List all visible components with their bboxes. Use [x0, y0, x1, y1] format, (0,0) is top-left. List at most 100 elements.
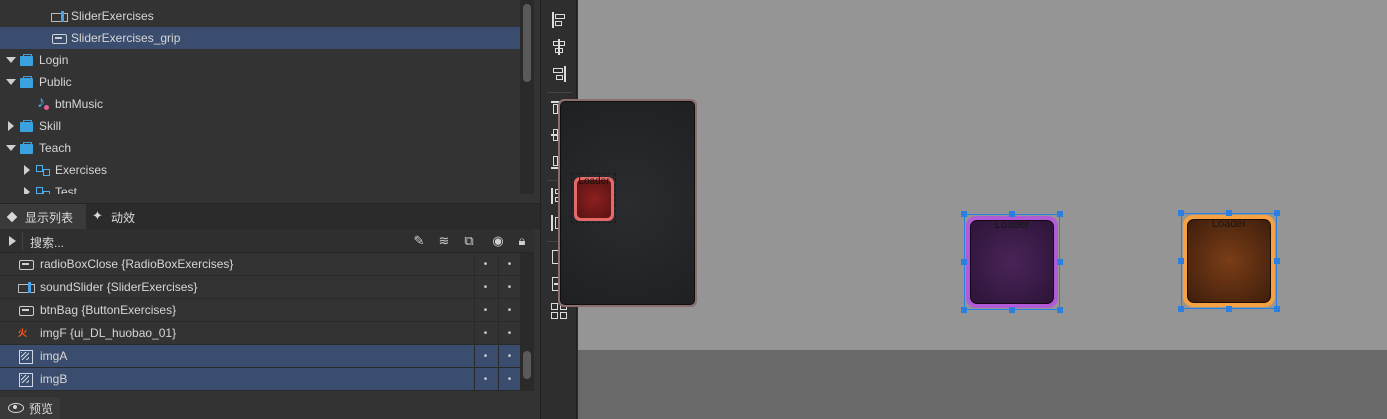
- resize-handle[interactable]: [961, 259, 967, 265]
- button-icon: [51, 31, 67, 45]
- display-list: radioBoxClose {RadioBoxExercises} • • sound…: [0, 252, 520, 391]
- align-center-h-icon[interactable]: [551, 39, 567, 55]
- list-item[interactable]: 火 imgF {ui_DL_huobao_01} • •: [0, 321, 520, 345]
- component-icon: [35, 163, 51, 177]
- folder-icon: [19, 119, 35, 133]
- tree-item-label: Skill: [39, 119, 62, 133]
- align-right-icon[interactable]: [551, 66, 567, 82]
- image-icon: [18, 372, 34, 387]
- slider-icon: [18, 280, 35, 294]
- visibility-eye-icon[interactable]: ◉: [490, 233, 506, 249]
- visibility-toggle[interactable]: •: [474, 344, 496, 368]
- hierarchy-scrollbar[interactable]: [520, 0, 534, 194]
- visibility-toggle[interactable]: •: [474, 298, 496, 322]
- tree-item[interactable]: Public: [0, 71, 520, 93]
- list-item[interactable]: imgA • •: [0, 344, 520, 368]
- edit-icon[interactable]: ✎: [411, 233, 427, 249]
- divider: [547, 92, 572, 93]
- expand-arrow-icon[interactable]: [6, 121, 16, 131]
- lock-toggle[interactable]: •: [498, 298, 520, 322]
- resize-handle[interactable]: [1178, 258, 1184, 264]
- search-input[interactable]: 搜索...: [30, 234, 64, 251]
- scroll-thumb[interactable]: [523, 4, 531, 82]
- visibility-toggle[interactable]: •: [474, 367, 496, 391]
- selection-box: [1181, 213, 1277, 309]
- tree-item[interactable]: SliderExercises: [0, 5, 520, 27]
- tab-display-list-label: 显示列表: [25, 210, 74, 225]
- resize-handle[interactable]: [1274, 210, 1280, 216]
- list-item[interactable]: soundSlider {SliderExercises} • •: [0, 275, 520, 299]
- tree-item-label: Login: [39, 53, 69, 67]
- list-item-label: btnBag {ButtonExercises}: [40, 303, 177, 317]
- loader-purple[interactable]: Loader: [961, 211, 1063, 313]
- lock-toggle[interactable]: •: [498, 367, 520, 391]
- tree-item[interactable]: Skill: [0, 115, 520, 137]
- expand-arrow-icon[interactable]: [6, 55, 16, 65]
- red-loader-object[interactable]: Loader: [571, 173, 616, 223]
- button-icon: [18, 303, 34, 317]
- list-item[interactable]: btnBag {ButtonExercises} • •: [0, 298, 520, 322]
- selection-box: [964, 214, 1060, 310]
- list-item[interactable]: radioBoxClose {RadioBoxExercises} • •: [0, 252, 520, 276]
- visibility-toggle[interactable]: •: [474, 275, 496, 299]
- slider-icon: [51, 9, 68, 23]
- resize-handle[interactable]: [961, 307, 967, 313]
- preview-label: 预览: [29, 401, 54, 416]
- tab-display-list[interactable]: 显示列表: [0, 204, 86, 230]
- button-icon: [18, 257, 34, 271]
- resize-handle[interactable]: [1057, 259, 1063, 265]
- resize-handle[interactable]: [1057, 307, 1063, 313]
- image-icon: [18, 349, 34, 364]
- visibility-toggle[interactable]: •: [474, 321, 496, 345]
- resize-handle[interactable]: [1226, 210, 1232, 216]
- expand-arrow-icon[interactable]: [22, 165, 32, 175]
- hide-eye-icon[interactable]: ≋: [436, 233, 452, 249]
- resize-handle[interactable]: [1009, 307, 1015, 313]
- eye-icon: [8, 403, 24, 413]
- lock-toggle[interactable]: •: [498, 321, 520, 345]
- magic-wand-icon: [92, 208, 106, 224]
- resize-handle[interactable]: [1009, 211, 1015, 217]
- list-item-label: soundSlider {SliderExercises}: [40, 280, 198, 294]
- expand-arrow-icon[interactable]: [6, 77, 16, 87]
- folder-icon: [19, 53, 35, 67]
- expand-arrow-icon[interactable]: [6, 143, 16, 153]
- duplicate-icon[interactable]: ⧉: [461, 233, 477, 249]
- resize-handle[interactable]: [1057, 211, 1063, 217]
- expand-arrow-icon[interactable]: [22, 187, 32, 194]
- visibility-toggle[interactable]: •: [474, 252, 496, 276]
- tree-item[interactable]: Exercises: [0, 159, 520, 181]
- resize-handle[interactable]: [1274, 306, 1280, 312]
- lock-icon[interactable]: 🔒︎: [514, 233, 530, 249]
- preview-tab[interactable]: 预览: [0, 397, 60, 419]
- tree-item[interactable]: Teach: [0, 137, 520, 159]
- tree-item[interactable]: Login: [0, 49, 520, 71]
- resize-handle[interactable]: [1226, 306, 1232, 312]
- resize-handle[interactable]: [961, 211, 967, 217]
- list-item-label: radioBoxClose {RadioBoxExercises}: [40, 257, 234, 271]
- resize-handle[interactable]: [1178, 210, 1184, 216]
- lock-toggle[interactable]: •: [498, 252, 520, 276]
- tree-item[interactable]: SliderExercises_grip: [0, 27, 520, 49]
- display-list-scrollbar[interactable]: [520, 253, 534, 391]
- list-item[interactable]: imgB • •: [0, 367, 520, 391]
- tab-animation[interactable]: 动效: [86, 204, 142, 230]
- scroll-thumb[interactable]: [523, 351, 531, 379]
- lock-toggle[interactable]: •: [498, 275, 520, 299]
- resize-handle[interactable]: [1178, 306, 1184, 312]
- play-icon[interactable]: [9, 236, 16, 246]
- lock-toggle[interactable]: •: [498, 344, 520, 368]
- tree-item-label: Public: [39, 75, 72, 89]
- component-icon: [35, 185, 51, 194]
- align-left-icon[interactable]: [551, 12, 567, 28]
- panel-tabs: 显示列表 动效: [0, 203, 540, 230]
- loader-orange[interactable]: Loader: [1178, 210, 1280, 312]
- music-icon: [35, 94, 51, 112]
- search-bar: 搜索... ✎ ≋ ⧉ ◉ 🔒︎: [0, 229, 534, 253]
- resize-handle[interactable]: [1274, 258, 1280, 264]
- tree-item[interactable]: btnMusic: [0, 93, 520, 115]
- tree-item-label: Test: [55, 185, 78, 194]
- tree-item[interactable]: Test: [0, 181, 520, 194]
- red-loader-label: Loader: [578, 176, 610, 187]
